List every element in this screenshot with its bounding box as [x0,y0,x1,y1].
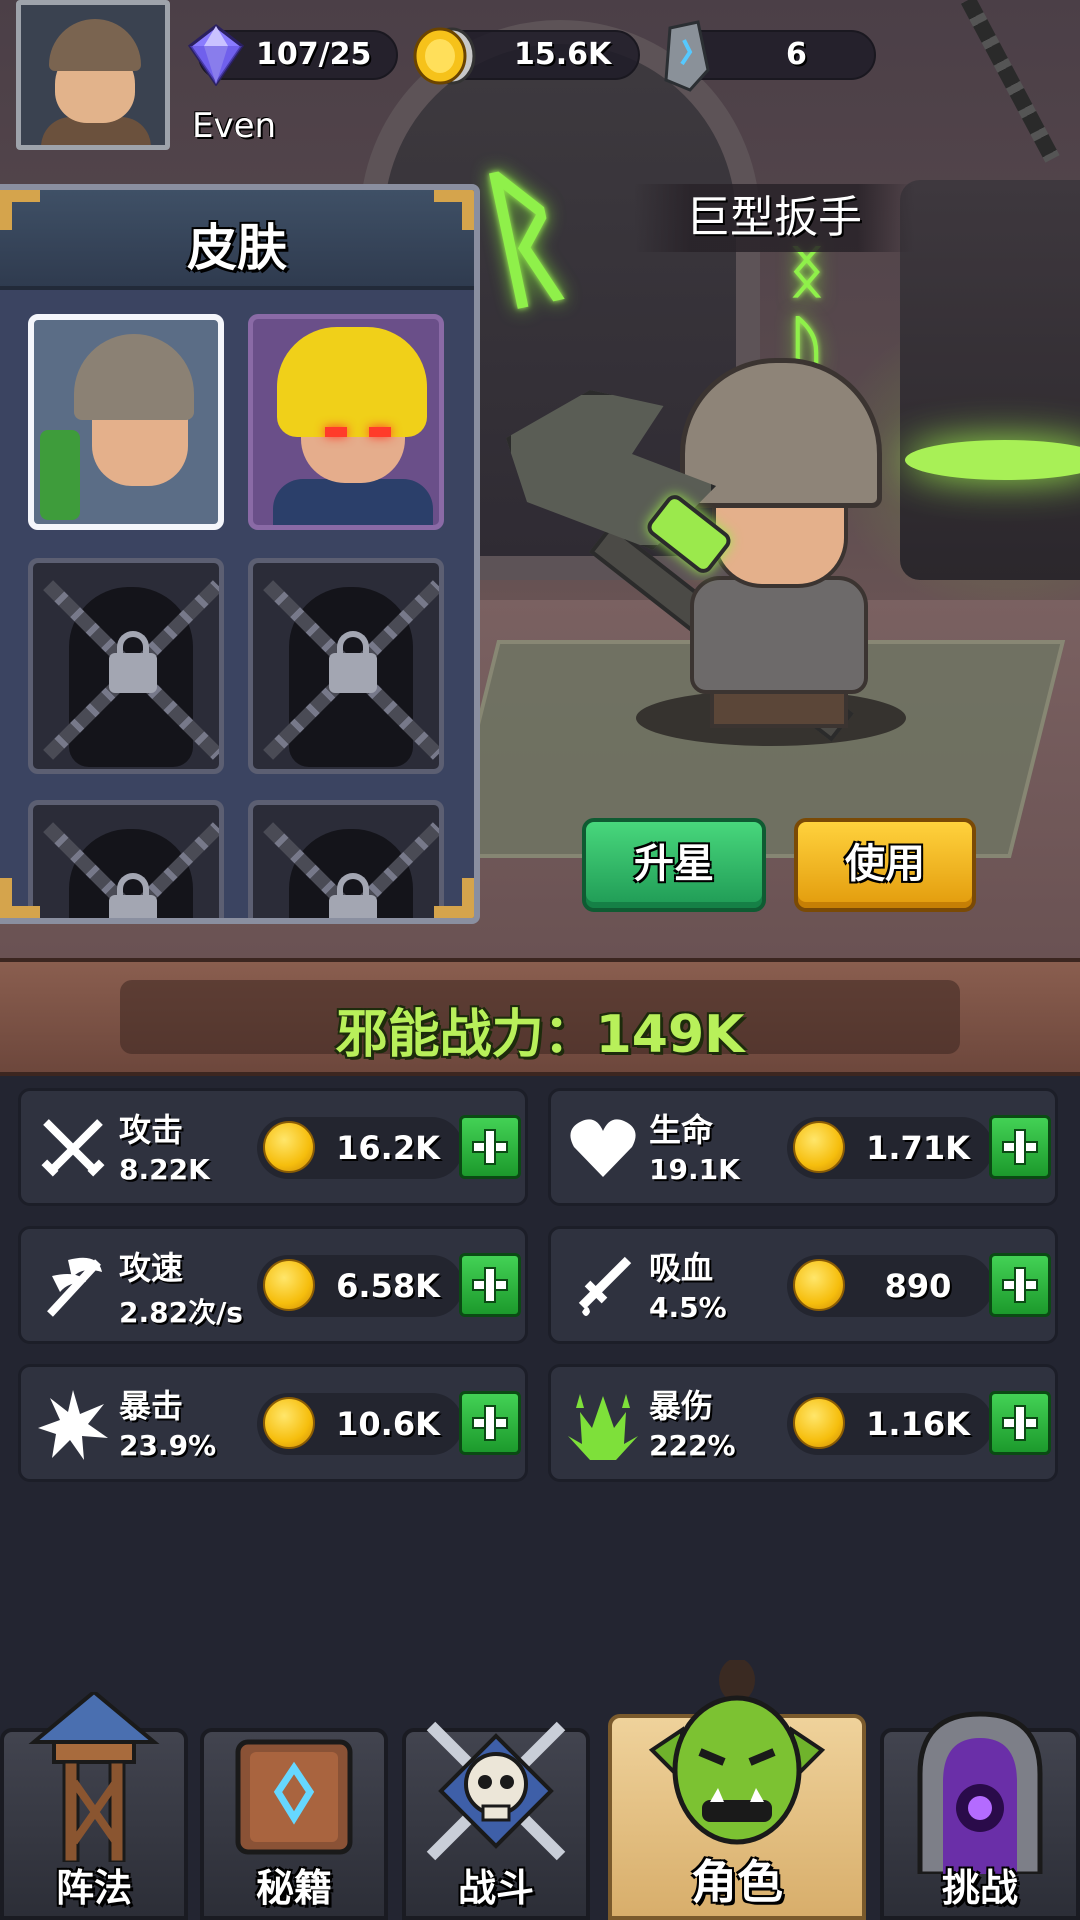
stat-value: 2.82次/s [119,1296,243,1329]
stat-name: 暴击 [119,1387,184,1425]
stat-card: 吸血 4.5% 890 [548,1226,1058,1344]
weapon-name: 巨型扳手 [634,184,914,252]
skin-slot-blonde[interactable] [248,314,444,530]
gold-coin-icon [263,1259,315,1311]
upgrade-plus-button[interactable] [989,1115,1051,1179]
nav-label: 秘籍 [255,1866,332,1910]
lock-icon [109,631,157,693]
skin-slot-selected[interactable] [28,314,224,530]
stat-value: 222% [649,1429,736,1462]
gold-value: 15.6K [514,37,612,72]
nav-tab-battle[interactable]: 战斗 [402,1721,590,1920]
skin-panel-title: 皮肤 [187,219,287,277]
crossed-swords-icon [35,1111,111,1187]
upgrade-cost-value: 890 [884,1267,952,1305]
nav-tab-secrets[interactable]: 秘籍 [200,1728,388,1920]
blood-sword-icon [565,1249,641,1325]
upgrade-plus-button[interactable] [989,1391,1051,1455]
nav-label: 阵法 [55,1866,132,1910]
gem-icon [187,24,245,86]
orc-head-icon [648,1660,826,1845]
upgrade-plus-button[interactable] [459,1115,521,1179]
skin-panel-header: 皮肤 [0,190,474,290]
fel-power-value: 邪能战力：149K [335,1005,745,1065]
stat-name: 吸血 [649,1249,714,1287]
upgrade-cost-value: 16.2K [336,1129,440,1167]
upgrade-cost: 890 [787,1255,993,1317]
stat-name: 生命 [649,1111,714,1149]
skin-slot-locked[interactable] [248,800,444,918]
runestone-value: 6 [786,37,807,72]
upgrade-cost-value: 10.6K [336,1405,440,1443]
stat-value: 8.22K [119,1153,210,1186]
gold-coin-icon [413,27,476,85]
skin-panel: 皮肤 [0,184,480,924]
bottom-nav: 阵法 秘籍 战斗 角色 挑战 [0,1660,1080,1920]
stat-name: 暴伤 [649,1387,714,1425]
lock-icon [329,631,377,693]
stat-card: 攻速 2.82次/s 6.58K [18,1226,528,1344]
skin-slot-locked[interactable] [248,558,444,774]
stat-name: 攻击 [119,1111,184,1149]
winged-sword-icon [35,1249,111,1325]
rune-book-icon [235,1739,353,1855]
nav-tab-challenge[interactable]: 挑战 [880,1711,1080,1920]
upgrade-cost: 1.71K [787,1117,993,1179]
crit-damage-icon [565,1387,641,1463]
heart-icon [565,1111,641,1187]
nav-label: 战斗 [457,1866,534,1910]
nav-label: 挑战 [941,1866,1018,1910]
upgrade-cost: 16.2K [257,1117,463,1179]
gold-coin-icon [793,1397,845,1449]
runestone-icon [664,20,710,92]
stat-card: 生命 19.1K 1.71K [548,1088,1058,1206]
skin-slot-locked[interactable] [28,558,224,774]
gold-coin-icon [793,1259,845,1311]
lock-icon [109,873,157,918]
stat-value: 23.9% [119,1429,217,1462]
lock-icon [329,873,377,918]
player-avatar[interactable] [16,0,170,150]
nav-label: 角色 [691,1855,783,1909]
nav-tab-character[interactable]: 角色 [608,1660,866,1920]
upgrade-plus-button[interactable] [989,1253,1051,1317]
power-banner: 邪能战力：149K [0,958,1080,1076]
gem-value: 107/25 [256,37,372,72]
gold-coin-icon [263,1397,315,1449]
stat-value: 4.5% [649,1291,727,1324]
stat-value: 19.1K [649,1153,740,1186]
gold-coin-icon [263,1121,315,1173]
upgrade-cost-value: 1.16K [866,1405,970,1443]
player-name: Even [192,106,277,146]
upgrade-cost: 1.16K [787,1393,993,1455]
nav-tab-formation[interactable]: 阵法 [0,1692,188,1920]
cauldron [900,180,1080,580]
use-skin-button[interactable]: 使用 [794,818,976,912]
upgrade-star-button[interactable]: 升星 [582,818,766,912]
upgrade-cost-value: 6.58K [336,1267,440,1305]
watchtower-icon [28,1692,160,1862]
stat-name: 攻速 [119,1249,184,1287]
stat-card: 暴击 23.9% 10.6K [18,1364,528,1482]
hero-character [500,350,920,750]
stat-card: 暴伤 222% 1.16K [548,1364,1058,1482]
upgrade-plus-button[interactable] [459,1391,521,1455]
crit-burst-icon [35,1387,111,1463]
upgrade-cost-value: 1.71K [866,1129,970,1167]
skin-slot-locked[interactable] [28,800,224,918]
hanging-chain [960,0,1060,163]
upgrade-cost: 10.6K [257,1393,463,1455]
upgrade-cost: 6.58K [257,1255,463,1317]
upgrade-plus-button[interactable] [459,1253,521,1317]
gold-coin-icon [793,1121,845,1173]
portal-icon [917,1711,1043,1874]
stat-card: 攻击 8.22K 16.2K [18,1088,528,1206]
skull-swords-icon [426,1721,566,1861]
